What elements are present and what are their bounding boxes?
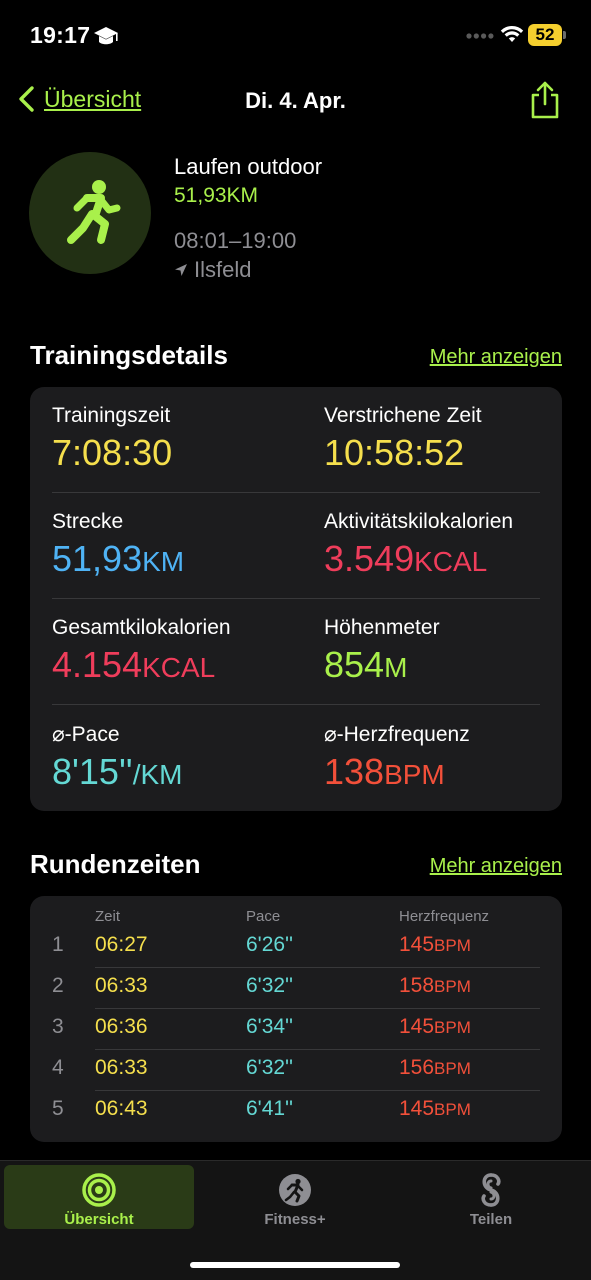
lap-row: 2 06:33 6'32'' 158BPM: [30, 968, 562, 1009]
nav-bar: Übersicht Di. 4. Apr.: [0, 78, 591, 124]
location-label: Ilsfeld: [194, 257, 252, 282]
metric-label: Strecke: [52, 510, 124, 533]
lap-pace: 6'32'': [246, 974, 294, 997]
metric-value: 4.154KCAL: [52, 644, 216, 685]
details-card: Trainingszeit 7:08:30 Verstrichene Zeit …: [30, 387, 562, 811]
lap-pace: 6'34'': [246, 1015, 294, 1038]
status-time: 19:17: [30, 22, 91, 48]
metric-label: Aktivitätskilokalorien: [324, 510, 514, 533]
laps-section-title: Rundenzeiten: [30, 849, 201, 879]
lap-heart-rate: 145BPM: [399, 1015, 471, 1038]
location-arrow-icon: [175, 264, 187, 276]
running-figure-icon: [67, 180, 121, 244]
share-icon[interactable]: [528, 80, 562, 120]
tab-sharing[interactable]: Teilen: [396, 1165, 586, 1229]
workout-time-range: 08:01–19:00: [174, 228, 297, 253]
metric-elevation: Höhenmeter 854M: [324, 616, 440, 686]
metric-training-time: Trainingszeit 7:08:30: [52, 404, 172, 474]
lap-row: 4 06:33 6'32'' 156BPM: [30, 1050, 562, 1091]
metric-label: Verstrichene Zeit: [324, 404, 482, 427]
lap-row: 5 06:43 6'41'' 145BPM: [30, 1091, 562, 1132]
details-row: Trainingszeit 7:08:30 Verstrichene Zeit …: [30, 387, 562, 493]
metric-distance: Strecke 51,93KM: [52, 510, 184, 580]
lap-number: 4: [52, 1056, 64, 1079]
workout-location: Ilsfeld: [174, 257, 251, 283]
metric-value: 10:58:52: [324, 432, 465, 473]
tab-label: Fitness+: [264, 1211, 326, 1228]
signal-dots-icon: [466, 33, 494, 39]
lap-heart-rate: 158BPM: [399, 974, 471, 997]
lap-time: 06:33: [95, 1056, 148, 1079]
metric-elapsed-time: Verstrichene Zeit 10:58:52: [324, 404, 482, 474]
tab-overview[interactable]: Übersicht: [4, 1165, 194, 1229]
lap-pace: 6'32'': [246, 1056, 294, 1079]
details-row: Strecke 51,93KM Aktivitätskilokalorien 3…: [30, 493, 562, 599]
lap-number: 2: [52, 974, 64, 997]
metric-value: 3.549KCAL: [324, 538, 488, 579]
metric-label: Gesamtkilokalorien: [52, 616, 231, 639]
metric-avg-heart-rate: ⌀-Herzfrequenz 138BPM: [324, 722, 470, 793]
workout-icon-circle: [29, 152, 151, 274]
lap-time: 06:27: [95, 933, 148, 956]
wifi-icon: [500, 25, 524, 42]
details-more-link[interactable]: Mehr anzeigen: [430, 346, 562, 369]
metric-value: 51,93KM: [52, 538, 185, 579]
battery-icon: 52: [528, 24, 566, 46]
metric-value: 138BPM: [324, 751, 445, 792]
metric-label: Höhenmeter: [324, 616, 440, 639]
lap-row: 3 06:36 6'34'' 145BPM: [30, 1009, 562, 1050]
laps-section-header: Rundenzeiten Mehr anzeigen: [30, 849, 562, 889]
tab-fitness-plus[interactable]: Fitness+: [200, 1165, 390, 1229]
lap-heart-rate: 145BPM: [399, 1097, 471, 1120]
laps-header-hr: Herzfrequenz: [399, 908, 490, 925]
battery-level: 52: [528, 24, 562, 46]
laps-header-pace: Pace: [246, 908, 281, 925]
laps-more-link[interactable]: Mehr anzeigen: [430, 855, 562, 878]
tab-label: Teilen: [469, 1211, 513, 1228]
metric-value: 8'15''/KM: [52, 751, 183, 792]
details-row: Gesamtkilokalorien 4.154KCAL Höhenmeter …: [30, 599, 562, 705]
lap-heart-rate: 145BPM: [399, 933, 471, 956]
lap-time: 06:33: [95, 974, 148, 997]
lap-pace: 6'26'': [246, 933, 294, 956]
metric-active-calories: Aktivitätskilokalorien 3.549KCAL: [324, 510, 513, 580]
home-indicator[interactable]: [190, 1262, 400, 1268]
metric-label: ⌀-Herzfrequenz: [324, 723, 470, 746]
details-section-title: Trainingsdetails: [30, 340, 228, 370]
metric-total-calories: Gesamtkilokalorien 4.154KCAL: [52, 616, 231, 686]
workout-header: Laufen outdoor 51,93KM 08:01–19:00 Ilsfe…: [0, 150, 591, 290]
sharing-icon: [481, 1173, 501, 1207]
lap-time: 06:43: [95, 1097, 148, 1120]
lap-number: 1: [52, 933, 64, 956]
lap-heart-rate: 156BPM: [399, 1056, 471, 1079]
metric-label: Trainingszeit: [52, 404, 171, 427]
lap-number: 5: [52, 1097, 64, 1120]
tab-label: Übersicht: [64, 1211, 134, 1228]
workout-type: Laufen outdoor: [174, 154, 323, 179]
lap-pace: 6'41'': [246, 1097, 294, 1120]
graduation-cap-icon: [94, 27, 118, 45]
metric-label: ⌀-Pace: [52, 723, 120, 746]
status-bar: 19:17 52: [0, 0, 591, 72]
details-section-header: Trainingsdetails Mehr anzeigen: [30, 340, 562, 380]
laps-card: Zeit Pace Herzfrequenz 1 06:27 6'26'' 14…: [30, 896, 562, 1142]
metric-value: 854M: [324, 644, 408, 685]
metric-avg-pace: ⌀-Pace 8'15''/KM: [52, 722, 182, 793]
laps-header-time: Zeit: [95, 908, 121, 925]
lap-time: 06:36: [95, 1015, 148, 1038]
metric-value: 7:08:30: [52, 432, 173, 473]
fitness-plus-icon: [279, 1174, 311, 1206]
lap-row: 1 06:27 6'26'' 145BPM: [30, 927, 562, 968]
lap-number: 3: [52, 1015, 64, 1038]
page-title: Di. 4. Apr.: [245, 88, 346, 113]
activity-rings-icon: [82, 1173, 116, 1207]
workout-distance: 51,93KM: [174, 184, 259, 207]
details-row: ⌀-Pace 8'15''/KM ⌀-Herzfrequenz 138BPM: [30, 705, 562, 811]
